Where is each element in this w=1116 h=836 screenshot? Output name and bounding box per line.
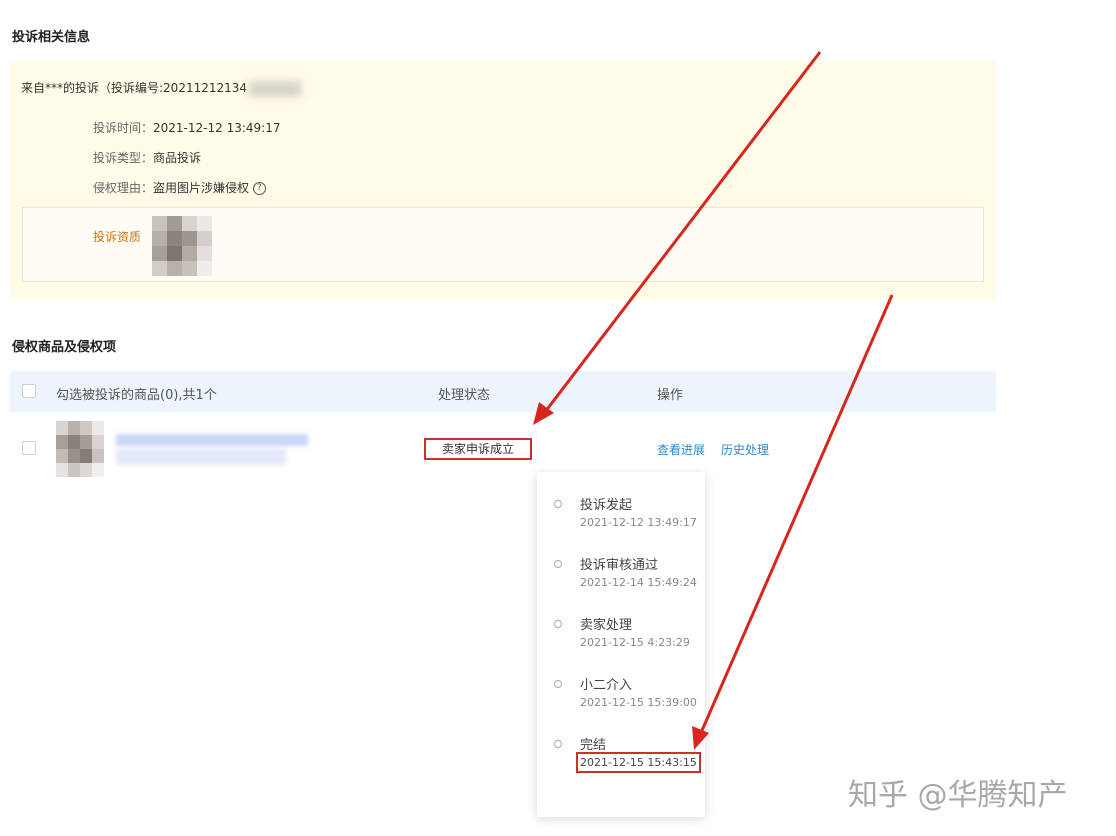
step-dot-icon	[554, 500, 562, 508]
complaint-source-text: 来自***的投诉（投诉编号:20211212134	[21, 81, 248, 95]
arrow-to-final-time-icon	[692, 294, 894, 750]
watermark-text: 知乎 @华腾知产	[848, 778, 1068, 813]
complaint-time-label: 投诉时间：	[93, 121, 154, 135]
redacted-product-title-line2	[116, 449, 286, 465]
status-badge: 卖家申诉成立	[424, 438, 532, 460]
actions-column-header: 操作	[657, 388, 684, 403]
step-title: 投诉审核通过	[580, 558, 659, 573]
infringement-reason-row: 侵权理由：盗用图片涉嫌侵权 ?	[93, 179, 266, 196]
select-column-header: 勾选被投诉的商品(0),共1个	[56, 388, 217, 403]
step-time-highlighted: 2021-12-15 15:43:15	[576, 752, 701, 773]
goods-section-title: 侵权商品及侵权项	[12, 340, 117, 355]
step-time: 2021-12-15 15:39:00	[580, 696, 697, 709]
redacted-product-title[interactable]	[116, 434, 308, 446]
step-title: 卖家处理	[580, 618, 633, 633]
step-time: 2021-12-14 15:49:24	[580, 576, 697, 589]
status-column-header: 处理状态	[438, 388, 491, 403]
step-time: 2021-12-15 4:23:29	[580, 636, 690, 649]
complaint-type-label: 投诉类型：	[93, 151, 154, 165]
step-time: 2021-12-12 13:49:17	[580, 516, 697, 529]
product-thumbnail[interactable]	[56, 421, 104, 477]
step-title: 完结	[580, 738, 607, 753]
step-dot-icon	[554, 680, 562, 688]
redacted-complaint-id	[249, 80, 302, 97]
complaint-time-value: 2021-12-12 13:49:17	[153, 121, 281, 135]
complaint-type-value: 商品投诉	[153, 151, 202, 165]
complaint-section-title: 投诉相关信息	[12, 30, 91, 45]
progress-popover: 投诉发起 2021-12-12 13:49:17 投诉审核通过 2021-12-…	[537, 472, 705, 817]
step-title: 投诉发起	[580, 498, 633, 513]
step-dot-icon	[554, 620, 562, 628]
qualification-image-thumbnail[interactable]	[152, 216, 212, 276]
infringement-reason-value: 盗用图片涉嫌侵权	[153, 181, 250, 195]
view-progress-link[interactable]: 查看进展	[657, 441, 705, 458]
step-title: 小二介入	[580, 678, 633, 693]
history-link[interactable]: 历史处理	[721, 441, 769, 458]
step-dot-icon	[554, 740, 562, 748]
step-dot-icon	[554, 560, 562, 568]
infringement-reason-label: 侵权理由：	[93, 181, 154, 195]
complaint-time-row: 投诉时间：2021-12-12 13:49:17	[93, 119, 280, 136]
row-checkbox[interactable]	[22, 441, 36, 455]
help-circle-icon[interactable]: ?	[252, 182, 266, 195]
complaint-source-line: 来自***的投诉（投诉编号:20211212134	[21, 79, 302, 97]
qualification-label: 投诉资质	[93, 230, 142, 244]
complaint-type-row: 投诉类型：商品投诉	[93, 149, 201, 166]
select-all-checkbox[interactable]	[22, 384, 36, 398]
